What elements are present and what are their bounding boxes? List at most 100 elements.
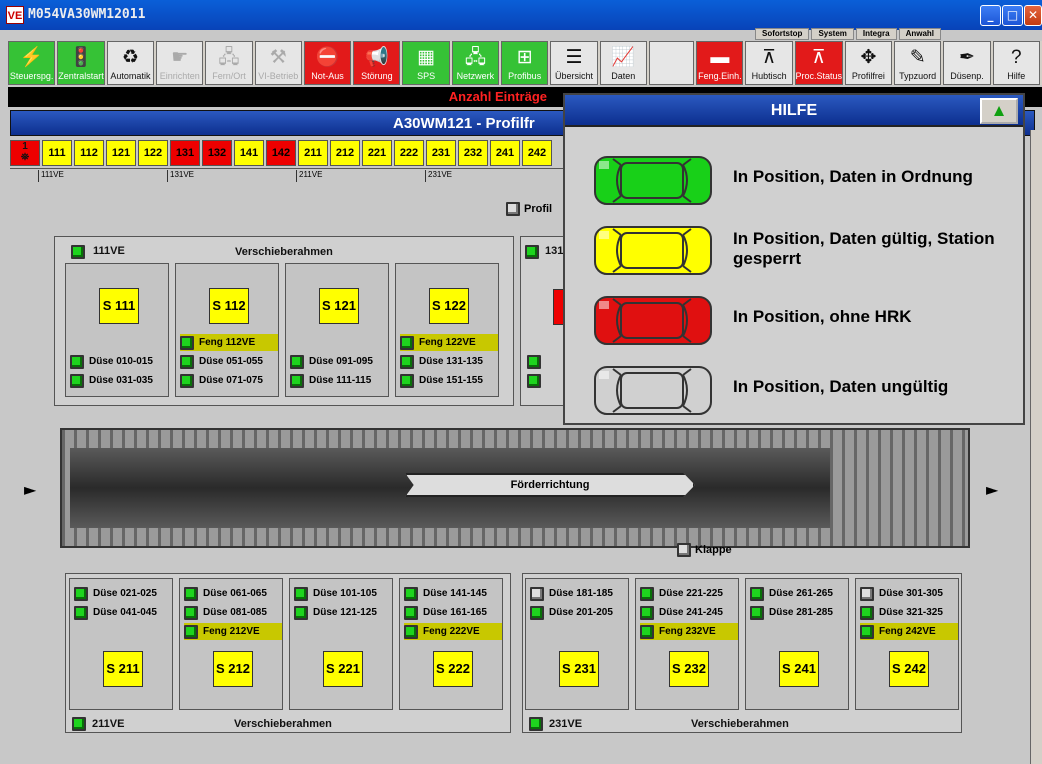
duese-row[interactable]: Düse 301-305 [860,585,958,602]
station-cell[interactable]: Düse 181-185 Düse 201-205 S 231 [525,578,629,710]
toolbar-button-einrichten[interactable]: ☛ Einrichten [156,41,204,85]
duese-row[interactable]: Düse 010-015 [70,353,168,370]
station-cell[interactable]: Düse 141-145 Düse 161-165 Feng 222VE S 222 [399,578,503,710]
tab-sofortstop[interactable]: Sofortstop [755,28,810,40]
toolbar-button-daten[interactable]: 📈 Daten [599,41,647,85]
toolbar-button-hilfe[interactable]: ? Hilfe [992,41,1040,85]
toolbar-button-typzuord[interactable]: ✎ Typzuord [894,41,942,85]
duese-row[interactable]: Düse 071-075 [180,372,278,389]
feng-row[interactable]: Feng 122VE [400,334,498,351]
duese-row[interactable]: Düse 121-125 [294,604,392,621]
duese-row[interactable]: Düse 081-085 [184,604,282,621]
duese-row[interactable]: Düse 031-035 [70,372,168,389]
duese-row[interactable]: Düse 181-185 [530,585,628,602]
station-badge[interactable]: S 121 [319,288,359,324]
station-cell[interactable]: Düse 101-105 Düse 121-125 S 221 [289,578,393,710]
toolbar-button-zentralstart[interactable]: 🚦 Zentralstart [57,41,105,85]
station-button-132[interactable]: 132 [202,140,232,166]
duese-row[interactable]: Düse 281-285 [750,604,848,621]
station-badge[interactable]: S 221 [323,651,363,687]
feng-row[interactable]: Feng 222VE [404,623,502,640]
tab-system[interactable]: System [811,28,854,40]
duese-row[interactable]: Düse 141-145 [404,585,502,602]
toolbar-button-automatik[interactable]: ♻ Automatik [106,41,155,85]
toolbar-button-feng-einh-[interactable]: ▬ Feng.Einh. [696,41,744,85]
station-button-221[interactable]: 221 [362,140,392,166]
toolbar-button-hubtisch[interactable]: ⊼ Hubtisch [745,41,793,85]
station-cell[interactable]: S 122 Feng 122VE Düse 131-135 Düse 151-155 [395,263,499,397]
station-button-141[interactable]: 141 [234,140,264,166]
duese-row[interactable]: Düse 091-095 [290,353,388,370]
duese-row[interactable]: Düse 201-205 [530,604,628,621]
duese-row[interactable]: Düse 261-265 [750,585,848,602]
tab-anwahl[interactable]: Anwahl [898,28,942,40]
toolbar-button-not-aus[interactable]: ⛔ Not-Aus [303,41,352,85]
station-badge[interactable]: S 122 [429,288,469,324]
duese-row[interactable]: Düse 021-025 [74,585,172,602]
feng-row[interactable]: Feng 232VE [640,623,738,640]
station-button-241[interactable]: 241 [490,140,520,166]
station-badge[interactable]: S 232 [669,651,709,687]
station-button-222[interactable]: 222 [394,140,424,166]
station-cell[interactable]: Düse 221-225 Düse 241-245 Feng 232VE S 232 [635,578,739,710]
help-close-up-arrow-icon[interactable]: ▲ [980,98,1018,124]
station-badge[interactable]: S 241 [779,651,819,687]
station-badge[interactable]: S 211 [103,651,143,687]
toolbar-button-blank[interactable] [648,41,695,85]
duese-row[interactable]: Düse 101-105 [294,585,392,602]
station-badge[interactable]: S 212 [213,651,253,687]
duese-row[interactable]: Düse 241-245 [640,604,738,621]
station-badge[interactable]: S 242 [889,651,929,687]
toolbar-button--bersicht[interactable]: ☰ Übersicht [550,41,598,85]
left-arrow-icon[interactable]: ► [24,480,36,499]
toolbar-button-fern-ort[interactable]: 🖧 Fern/Ort [205,41,253,85]
station-badge[interactable]: S 112 [209,288,249,324]
station-button-112[interactable]: 112 [74,140,104,166]
klappe-indicator[interactable]: Klappe [677,543,732,557]
station-button-231[interactable]: 231 [426,140,456,166]
station-button-121[interactable]: 121 [106,140,136,166]
close-button[interactable]: ✕ [1024,5,1042,26]
station-badge[interactable]: S 231 [559,651,599,687]
duese-row[interactable]: Düse 151-155 [400,372,498,389]
duese-row[interactable]: Düse 111-115 [290,372,388,389]
toolbar-button-d-senp-[interactable]: ✒ Düsenp. [943,41,991,85]
right-arrow-icon[interactable]: ► [986,480,998,499]
duese-row[interactable]: Düse 161-165 [404,604,502,621]
duese-row[interactable]: Düse 061-065 [184,585,282,602]
station-button-142[interactable]: 142 [266,140,296,166]
toolbar-button-st-rung[interactable]: 📢 Störung [353,41,401,85]
station-button-242[interactable]: 242 [522,140,552,166]
toolbar-button-profibus[interactable]: ⊞ Profibus [501,41,549,85]
duese-row[interactable]: Düse 051-055 [180,353,278,370]
station-cell[interactable]: S 112 Feng 112VE Düse 051-055 Düse 071-075 [175,263,279,397]
duese-row[interactable]: Düse 221-225 [640,585,738,602]
duese-row[interactable]: Düse 321-325 [860,604,958,621]
station-button-122[interactable]: 122 [138,140,168,166]
station-button-211[interactable]: 211 [298,140,328,166]
station-cell[interactable]: S 121 Düse 091-095 Düse 111-115 [285,263,389,397]
feng-row[interactable]: Feng 242VE [860,623,958,640]
station-cell[interactable]: Düse 021-025 Düse 041-045 S 211 [69,578,173,710]
station-button-232[interactable]: 232 [458,140,488,166]
maximize-button[interactable]: □ [1002,5,1023,26]
profil-indicator[interactable]: Profil [506,202,552,216]
feng-row[interactable]: Feng 212VE [184,623,282,640]
minimize-button[interactable]: _ [980,5,1001,26]
station-cell[interactable]: Düse 261-265 Düse 281-285 S 241 [745,578,849,710]
toolbar-button-netzwerk[interactable]: 🖧 Netzwerk [451,41,500,85]
station-button-131[interactable]: 131 [170,140,200,166]
toolbar-button-vi-betrieb[interactable]: ⚒ VI-Betrieb [254,41,302,85]
toolbar-button-steuerspg-[interactable]: ⚡ Steuerspg. [8,41,56,85]
first-station-button[interactable]: 1 ⛯ [10,140,40,166]
duese-row[interactable]: Düse 131-135 [400,353,498,370]
toolbar-button-sps[interactable]: ▦ SPS [402,41,450,85]
station-button-212[interactable]: 212 [330,140,360,166]
tab-integra[interactable]: Integra [855,28,897,40]
toolbar-button-proc-status[interactable]: ⊼ Proc.Status [794,41,843,85]
station-cell[interactable]: Düse 061-065 Düse 081-085 Feng 212VE S 212 [179,578,283,710]
station-button-111[interactable]: 111 [42,140,72,166]
toolbar-button-profilfrei[interactable]: ✥ Profilfrei [844,41,893,85]
station-cell[interactable]: S 111 Düse 010-015 Düse 031-035 [65,263,169,397]
station-badge[interactable]: S 111 [99,288,139,324]
